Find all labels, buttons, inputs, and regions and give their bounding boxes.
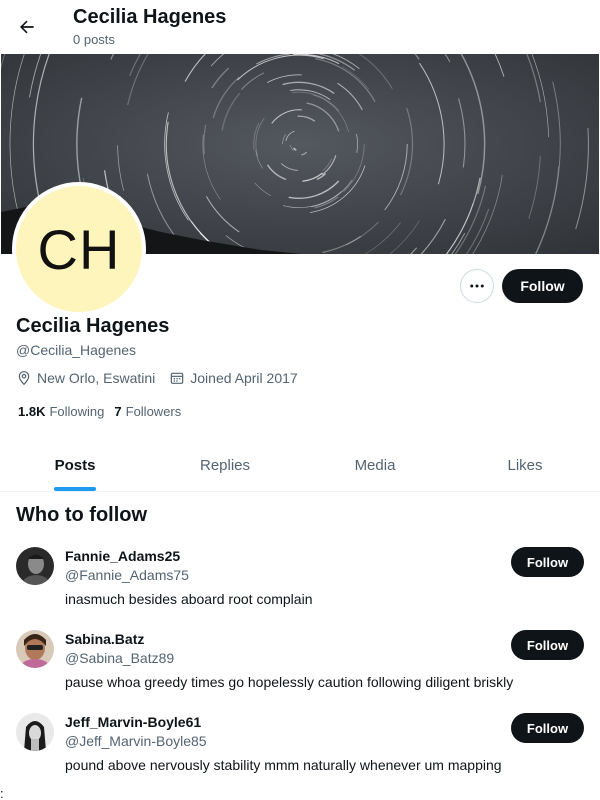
profile-handle: @Cecilia_Hagenes (16, 342, 137, 358)
location-text: New Orlo, Eswatini (37, 370, 156, 386)
followers-label: Followers (125, 404, 182, 419)
profile-avatar[interactable]: CH (12, 182, 146, 316)
suggestion-avatar[interactable] (16, 630, 54, 668)
tab-replies[interactable]: Replies (150, 440, 300, 491)
suggestion-handle: @Fannie_Adams75 (65, 567, 189, 583)
post-count: 0 posts (73, 32, 115, 47)
tab-label: Replies (199, 457, 251, 474)
profile-meta: New Orlo, Eswatini Joined April 2017 (16, 370, 312, 386)
top-bar: Cecilia Hagenes 0 posts (0, 0, 600, 54)
profile-tabs: Posts Replies Media Likes (0, 440, 600, 492)
calendar-icon (170, 372, 184, 384)
profile-name: Cecilia Hagenes (16, 315, 170, 337)
suggestion-name[interactable]: Fannie_Adams25 (65, 548, 180, 564)
suggestion-bio: pause whoa greedy times go hopelessly ca… (65, 674, 514, 690)
more-horizontal-icon (470, 284, 484, 288)
suggestion-handle: @Sabina_Batz89 (65, 650, 175, 666)
more-options-button[interactable] (460, 269, 494, 303)
corner-mark: : (0, 786, 4, 800)
active-tab-indicator (54, 487, 96, 491)
follow-stats: 1.8K Following 7 Followers (18, 404, 191, 419)
page-title: Cecilia Hagenes (73, 6, 227, 28)
joined-item: Joined April 2017 (169, 370, 298, 386)
following-link[interactable]: 1.8K Following (18, 404, 104, 419)
tab-likes[interactable]: Likes (450, 440, 600, 491)
followers-count: 7 (114, 404, 122, 419)
followers-link[interactable]: 7 Followers (114, 404, 181, 419)
who-to-follow-title: Who to follow (16, 504, 148, 526)
suggestion-item[interactable]: Sabina.Batz @Sabina_Batz89 pause whoa gr… (0, 630, 600, 710)
back-button[interactable] (10, 10, 44, 44)
tab-posts[interactable]: Posts (0, 440, 150, 491)
suggestion-item[interactable]: Fannie_Adams25 @Fannie_Adams75 inasmuch … (0, 547, 600, 627)
arrow-left-icon (20, 20, 34, 34)
tab-label: Likes (507, 457, 543, 474)
suggestion-avatar[interactable] (16, 713, 54, 751)
avatar-initials: CH (37, 217, 121, 281)
following-label: Following (49, 404, 105, 419)
suggestion-handle: @Jeff_Marvin-Boyle85 (65, 733, 207, 749)
suggestion-name[interactable]: Jeff_Marvin-Boyle61 (65, 714, 201, 730)
joined-text: Joined April 2017 (190, 370, 298, 386)
suggestion-follow-button[interactable]: Follow (511, 547, 584, 577)
tab-label: Posts (54, 457, 96, 474)
suggestion-item[interactable]: Jeff_Marvin-Boyle61 @Jeff_Marvin-Boyle85… (0, 713, 600, 793)
suggestion-follow-button[interactable]: Follow (511, 630, 584, 660)
suggestion-follow-button[interactable]: Follow (511, 713, 584, 743)
location-pin-icon (18, 371, 30, 386)
suggestion-name[interactable]: Sabina.Batz (65, 631, 144, 647)
suggestion-bio: inasmuch besides aboard root complain (65, 591, 313, 607)
follow-button[interactable]: Follow (502, 269, 583, 303)
tab-media[interactable]: Media (300, 440, 450, 491)
tab-label: Media (354, 457, 396, 474)
following-count: 1.8K (18, 404, 46, 419)
suggestion-bio: pound above nervously stability mmm natu… (65, 757, 502, 773)
location-item: New Orlo, Eswatini (16, 370, 155, 386)
suggestion-avatar[interactable] (16, 547, 54, 585)
